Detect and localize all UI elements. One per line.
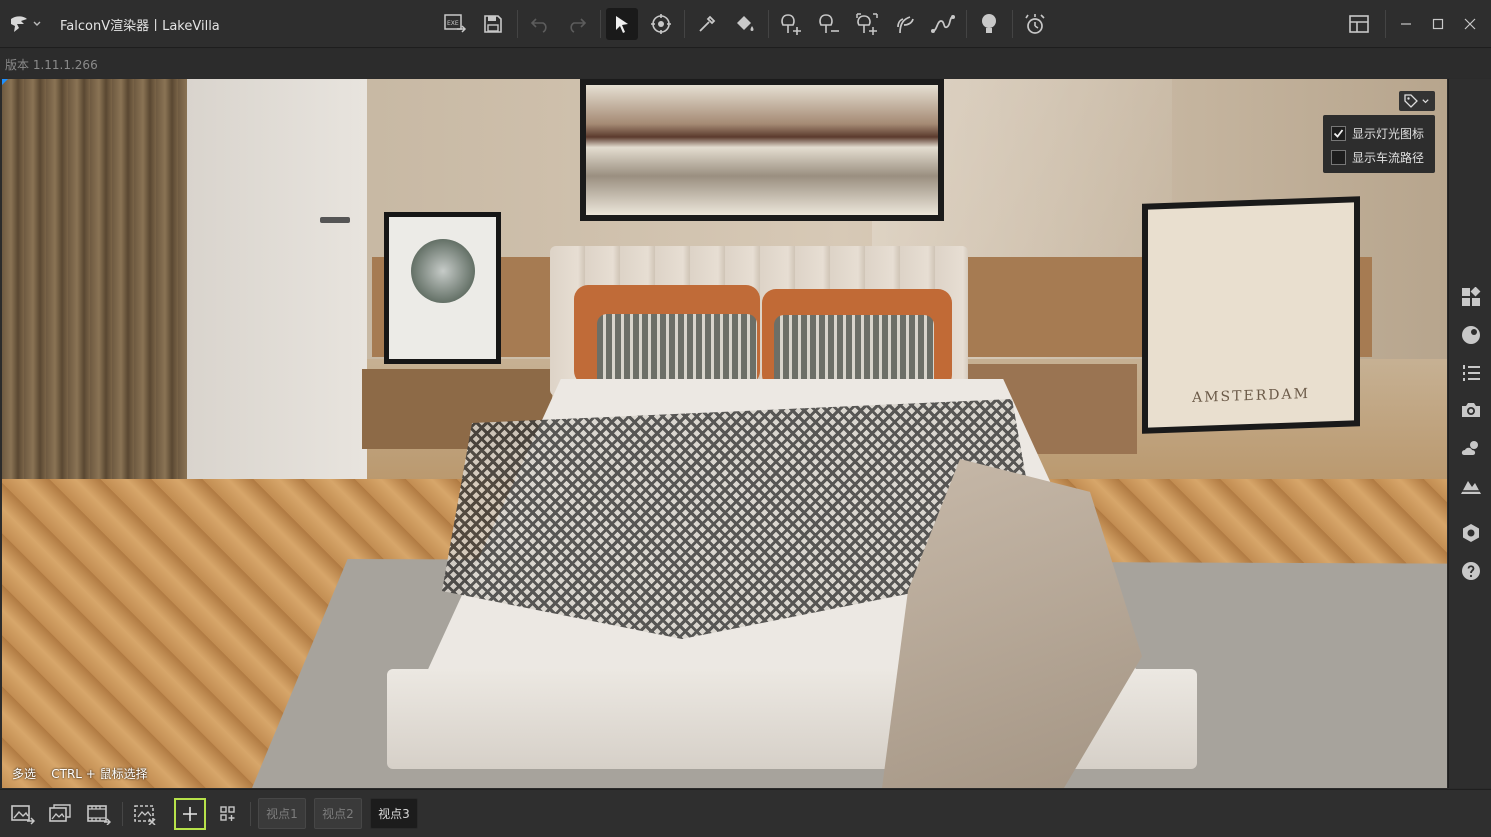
title-bar: FalconV渲染器丨LakeVilla EXE — [0, 0, 1491, 48]
export-exe-icon: EXE — [444, 14, 467, 33]
viewpoint-3[interactable]: 视点3 — [370, 798, 418, 829]
assets-button[interactable] — [1458, 284, 1484, 310]
chevron-down-icon — [1422, 98, 1429, 103]
render-video-icon — [87, 805, 111, 825]
render-viewport[interactable]: AMSTERDAM 显示灯光图标 显示车流路径 多选 CTRL + 鼠标选择 — [2, 79, 1447, 788]
minimize-button[interactable] — [1390, 8, 1422, 40]
plant-icon — [897, 16, 914, 34]
time-of-day-button[interactable] — [1019, 8, 1051, 40]
falcon-logo-icon — [11, 16, 27, 32]
select-tool-button[interactable] — [606, 8, 638, 40]
chevron-down-icon — [33, 21, 41, 26]
terrain-icon — [1461, 481, 1481, 494]
crop-region-button[interactable] — [129, 798, 161, 830]
minimize-icon — [1401, 23, 1411, 25]
close-icon — [1464, 18, 1476, 30]
amsterdam-text: AMSTERDAM — [1192, 385, 1310, 407]
undo-icon — [530, 18, 547, 33]
paint-bucket-button[interactable] — [729, 8, 761, 40]
svg-text:EXE: EXE — [447, 20, 459, 27]
scene-painting-top — [580, 79, 944, 221]
render-video-button[interactable] — [83, 798, 115, 830]
render-batch-icon — [49, 804, 71, 822]
export-exe-button[interactable]: EXE — [439, 8, 471, 40]
tag-dropdown-button[interactable] — [1399, 91, 1435, 111]
display-options-panel: 显示灯光图标 显示车流路径 — [1323, 115, 1435, 173]
save-icon — [484, 15, 502, 33]
paint-bucket-icon — [737, 16, 754, 31]
help-button[interactable] — [1458, 558, 1484, 584]
layout-button[interactable] — [1343, 8, 1375, 40]
show-light-icons-checkbox[interactable] — [1331, 125, 1346, 141]
settings-button[interactable] — [1458, 520, 1484, 546]
remove-tree-button[interactable] — [813, 8, 845, 40]
select-arrow-icon — [616, 16, 628, 33]
show-traffic-path-option[interactable]: 显示车流路径 — [1331, 145, 1427, 169]
maximize-button[interactable] — [1422, 8, 1454, 40]
add-viewpoint-icon — [183, 807, 197, 821]
viewpoint-1[interactable]: 视点1 — [258, 798, 306, 829]
right-sidebar — [1448, 79, 1491, 788]
crop-region-icon — [134, 805, 156, 825]
remove-tree-icon — [819, 14, 839, 33]
add-tree-icon — [781, 14, 801, 35]
weather-button[interactable] — [1458, 435, 1484, 461]
scene-door — [187, 79, 367, 509]
layout-icon — [1349, 15, 1369, 33]
material-button[interactable] — [1458, 322, 1484, 348]
eyedropper-icon — [699, 15, 716, 32]
layers-icon — [1463, 365, 1480, 381]
path-curve-icon — [931, 15, 955, 33]
checkmark-icon — [1333, 128, 1344, 138]
terrain-button[interactable] — [1458, 473, 1484, 499]
help-icon — [1462, 562, 1480, 580]
orbit-tool-button[interactable] — [645, 8, 677, 40]
add-tree-button[interactable] — [775, 8, 807, 40]
eyedropper-button[interactable] — [691, 8, 723, 40]
grid-add-icon — [220, 806, 235, 821]
tag-icon — [1404, 94, 1418, 108]
maximize-icon — [1432, 18, 1444, 30]
show-light-icons-label: 显示灯光图标 — [1352, 126, 1425, 141]
redo-icon — [570, 18, 587, 33]
tree-brush-button[interactable] — [851, 8, 883, 40]
show-traffic-path-checkbox[interactable] — [1331, 149, 1346, 165]
scene-painting-left — [384, 212, 501, 364]
render-image-button[interactable] — [7, 798, 39, 830]
material-icon — [1462, 326, 1480, 344]
redo-button[interactable] — [561, 8, 593, 40]
orbit-icon — [651, 14, 671, 34]
viewpoint-2[interactable]: 视点2 — [314, 798, 362, 829]
show-light-icons-option[interactable]: 显示灯光图标 — [1331, 121, 1427, 145]
close-button[interactable] — [1454, 8, 1486, 40]
add-viewpoint-button[interactable] — [174, 798, 206, 830]
version-label: 版本 1.11.1.266 — [5, 58, 98, 72]
camera-button[interactable] — [1458, 397, 1484, 423]
app-menu[interactable] — [8, 12, 46, 36]
save-button[interactable] — [477, 8, 509, 40]
layers-button[interactable] — [1458, 360, 1484, 386]
app-title: FalconV渲染器丨LakeVilla — [60, 19, 220, 34]
version-bar: 版本 1.11.1.266 — [0, 49, 1491, 78]
light-button[interactable] — [973, 8, 1005, 40]
camera-icon — [1462, 403, 1480, 417]
show-traffic-path-label: 显示车流路径 — [1352, 150, 1425, 165]
render-batch-button[interactable] — [45, 798, 77, 830]
render-image-icon — [11, 805, 35, 825]
assets-icon — [1462, 287, 1481, 306]
tree-brush-icon — [856, 13, 878, 35]
path-curve-button[interactable] — [927, 8, 959, 40]
scene-painting-right: AMSTERDAM — [1142, 196, 1360, 434]
multi-select-hint: 多选 CTRL + 鼠标选择 — [12, 767, 148, 781]
weather-icon — [1461, 441, 1478, 455]
light-bulb-icon — [982, 14, 996, 33]
time-of-day-icon — [1025, 14, 1045, 34]
settings-icon — [1463, 524, 1479, 542]
plant-button[interactable] — [889, 8, 921, 40]
viewpoint-grid-button[interactable] — [212, 798, 244, 830]
bottom-toolbar: 视点1 视点2 视点3 — [0, 789, 1491, 837]
undo-button[interactable] — [524, 8, 556, 40]
